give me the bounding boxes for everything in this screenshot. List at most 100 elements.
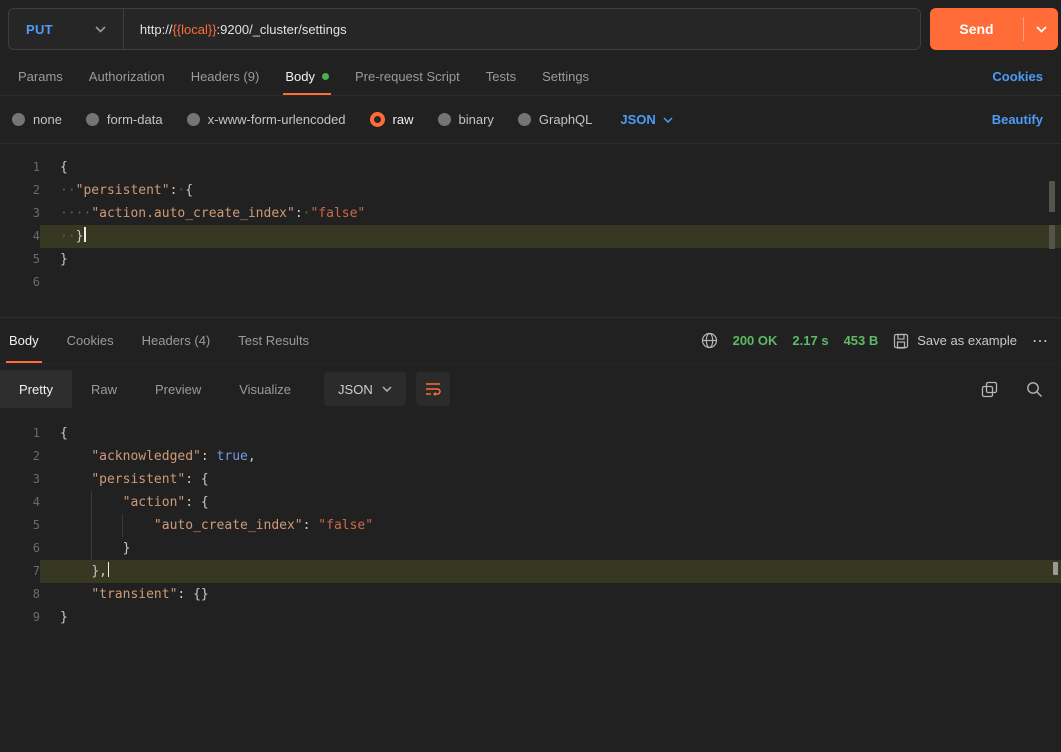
url-box: PUT http://{{local}}:9200/_cluster/setti…: [8, 8, 921, 50]
tab-authorization[interactable]: Authorization: [76, 58, 178, 95]
code-line[interactable]: 5 "auto_create_index": "false": [0, 514, 1061, 537]
line-number: 3: [32, 206, 40, 220]
send-options-button[interactable]: [1024, 8, 1058, 50]
body-type-binary[interactable]: binary: [437, 112, 494, 127]
code-line[interactable]: 9}: [0, 606, 1061, 629]
method-selector[interactable]: PUT: [9, 9, 123, 49]
wrap-lines-button[interactable]: [415, 372, 450, 406]
save-as-example-button[interactable]: Save as example: [893, 333, 1017, 349]
scrollbar-mark[interactable]: [1053, 562, 1058, 575]
code-line[interactable]: 3 "persistent": {: [0, 468, 1061, 491]
response-tab-headers[interactable]: Headers (4): [128, 318, 225, 363]
body-type-raw[interactable]: raw: [369, 112, 414, 127]
code-line[interactable]: 4 "action": {: [0, 491, 1061, 514]
tab-label: Headers (9): [190, 69, 260, 84]
line-content: ····"action.auto_create_index":·"false": [60, 206, 366, 221]
language-label: JSON: [338, 381, 373, 397]
tab-label: Pre-request Script: [354, 69, 460, 84]
code-line[interactable]: 1{: [0, 156, 1061, 179]
status-badge[interactable]: 200 OK: [733, 333, 778, 348]
send-button-group: Send: [930, 8, 1058, 50]
body-type-x-www-form-urlencoded[interactable]: x-www-form-urlencoded: [186, 112, 346, 127]
scrollbar-mark[interactable]: [1049, 181, 1055, 212]
radio-icon: [517, 113, 531, 126]
radio-icon: [186, 113, 200, 126]
globe-icon: [701, 332, 717, 349]
line-content: [40, 271, 1061, 294]
response-tools: [981, 381, 1043, 398]
tab-label: Authorization: [88, 69, 165, 84]
response-time[interactable]: 2.17 s: [792, 333, 828, 348]
search-button[interactable]: [1026, 381, 1043, 398]
radio-label: GraphQL: [538, 112, 593, 127]
code-line[interactable]: 5}: [0, 248, 1061, 271]
body-type-form-data[interactable]: form-data: [85, 112, 163, 127]
language-label: JSON: [620, 112, 656, 127]
code-line[interactable]: 1{: [0, 422, 1061, 445]
view-tab-preview[interactable]: Preview: [136, 370, 220, 408]
response-language-selector[interactable]: JSON: [324, 372, 406, 406]
active-tab-underline: [283, 93, 331, 95]
search-icon: [1027, 381, 1042, 397]
code-line[interactable]: 6: [0, 271, 1061, 294]
network-info-button[interactable]: [701, 332, 718, 349]
scrollbar-mark[interactable]: [1049, 225, 1055, 249]
indent-guide: [122, 514, 123, 537]
line-number: 3: [32, 472, 40, 486]
response-size[interactable]: 453 B: [844, 333, 879, 348]
tab-label: Cookies: [66, 333, 114, 348]
code-line[interactable]: 2 "acknowledged": true,: [0, 445, 1061, 468]
cookies-link[interactable]: Cookies: [992, 58, 1043, 95]
line-number: 5: [32, 518, 40, 532]
tab-label: Pretty: [19, 381, 53, 397]
radio-label: raw: [392, 112, 414, 127]
body-content-dot-icon: [321, 73, 329, 80]
line-content: },: [40, 560, 1061, 583]
beautify-link[interactable]: Beautify: [992, 112, 1043, 127]
body-type-graphql[interactable]: GraphQL: [517, 112, 593, 127]
more-options-button[interactable]: ⋯: [1032, 331, 1049, 351]
tab-pre-request-script[interactable]: Pre-request Script: [342, 58, 473, 95]
tab-body[interactable]: Body: [272, 58, 342, 95]
copy-icon: [981, 381, 998, 397]
body-type-none[interactable]: none: [12, 112, 62, 127]
tab-label: Test Results: [238, 333, 310, 348]
tab-label: Params: [18, 69, 63, 84]
response-tab-cookies[interactable]: Cookies: [53, 318, 128, 363]
request-url-row: PUT http://{{local}}:9200/_cluster/setti…: [0, 0, 1061, 58]
tab-tests[interactable]: Tests: [473, 58, 529, 95]
text-cursor: [84, 227, 86, 242]
view-tab-pretty[interactable]: Pretty: [0, 370, 72, 408]
url-suffix: :9200/_cluster/settings: [216, 21, 347, 37]
view-tab-visualize[interactable]: Visualize: [220, 370, 310, 408]
line-number: 1: [32, 160, 40, 174]
response-tab-test-results[interactable]: Test Results: [224, 318, 323, 363]
radio-icon: [437, 113, 451, 126]
tab-label: Body: [285, 69, 315, 84]
view-tab-raw[interactable]: Raw: [72, 370, 136, 408]
tab-settings[interactable]: Settings: [529, 58, 602, 95]
text-cursor: [107, 562, 110, 577]
request-language-selector[interactable]: JSON: [620, 112, 673, 127]
code-line[interactable]: 6 }: [0, 537, 1061, 560]
url-input[interactable]: http://{{local}}:9200/_cluster/settings: [124, 22, 347, 37]
url-prefix: http://: [139, 21, 173, 37]
response-tab-body[interactable]: Body: [0, 318, 53, 363]
copy-button[interactable]: [981, 381, 998, 398]
request-body-editor[interactable]: 1{2 ··"persistent":·{ 3 ····"action.auto_cr…: [0, 144, 1061, 318]
send-button[interactable]: Send: [930, 8, 1023, 50]
code-line[interactable]: 8 "transient": {}: [0, 583, 1061, 606]
tab-headers[interactable]: Headers (9): [178, 58, 273, 95]
code-line[interactable]: 3 ····"action.auto_create_index":·"false": [0, 202, 1061, 225]
save-icon: [894, 333, 909, 349]
tab-label: Preview: [154, 381, 202, 397]
code-line[interactable]: 4 ··}: [0, 225, 1061, 248]
line-number: 2: [32, 183, 40, 197]
code-line[interactable]: 7 },: [0, 560, 1061, 583]
line-number: 5: [32, 252, 40, 266]
response-body-editor[interactable]: 1{2 "acknowledged": true, 3 "persistent":…: [0, 414, 1061, 752]
tab-params[interactable]: Params: [5, 58, 76, 95]
code-line[interactable]: 2 ··"persistent":·{: [0, 179, 1061, 202]
